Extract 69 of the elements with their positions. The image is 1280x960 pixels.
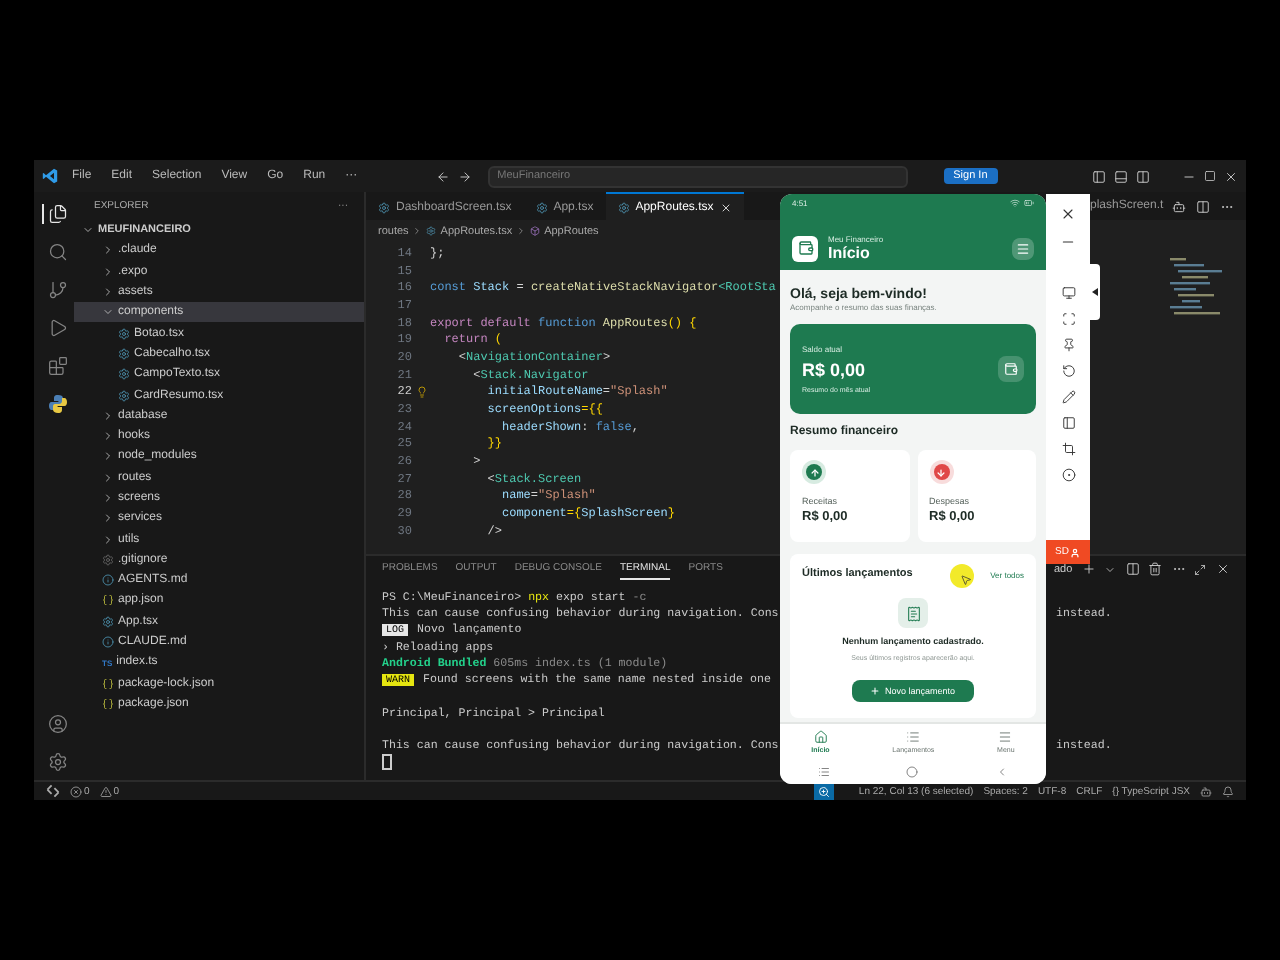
gear-icon <box>102 615 114 628</box>
assistant-icon <box>1200 785 1212 797</box>
symbol-icon <box>530 226 541 236</box>
close-icon <box>719 201 732 213</box>
expand-icon <box>1061 312 1075 326</box>
chevron-icon <box>412 226 423 236</box>
wifi-icon <box>1010 198 1020 208</box>
info-icon <box>102 636 114 649</box>
error-icon <box>70 785 82 797</box>
plus-icon <box>1081 562 1096 576</box>
screen-title: Início <box>828 244 872 262</box>
chevron-icon <box>516 226 527 236</box>
warning-icon <box>99 785 112 797</box>
collapse-handle[interactable] <box>1090 264 1100 320</box>
gear-icon <box>426 226 437 236</box>
maximize-icon <box>1204 170 1216 182</box>
terminal-cursor <box>382 754 392 771</box>
record-icon <box>1061 468 1075 482</box>
receipt-icon <box>898 598 928 628</box>
wallet-icon <box>998 356 1024 382</box>
screen-icon <box>1061 286 1075 300</box>
list-icon <box>906 730 921 744</box>
gear-icon <box>102 553 114 566</box>
gear-icon <box>118 368 130 381</box>
recents-icon <box>818 766 831 778</box>
gear-icon <box>118 389 130 402</box>
explorer-icon[interactable] <box>41 204 67 224</box>
gear-icon <box>378 201 390 213</box>
chevron-icon <box>1104 563 1117 575</box>
panel-toggle-icon <box>1114 169 1128 183</box>
house-icon <box>813 730 828 744</box>
layout-icon <box>1136 169 1150 183</box>
sidebar-toggle-icon <box>1092 169 1106 183</box>
person-icon <box>1070 547 1081 557</box>
battery-icon <box>1024 198 1034 208</box>
wallet-icon <box>792 235 818 261</box>
app-logo-icon <box>42 168 58 184</box>
forward-icon <box>457 169 472 183</box>
gear-icon <box>118 327 130 340</box>
remote-icon[interactable] <box>46 784 60 798</box>
pencil-icon <box>1061 390 1075 404</box>
balance-value: R$ 0,00 <box>802 360 868 380</box>
braces-icon <box>102 697 114 710</box>
back-icon <box>435 169 450 183</box>
hamburger-icon <box>998 730 1013 744</box>
trash-icon <box>1148 562 1163 576</box>
pin-icon <box>1061 338 1075 352</box>
panel-icon <box>1061 416 1075 430</box>
close-icon <box>1224 169 1238 183</box>
gear-icon <box>617 201 630 213</box>
hamburger-icon <box>1016 241 1030 255</box>
split-icon <box>1125 562 1140 576</box>
back-icon <box>995 766 1008 778</box>
assistant-icon <box>1172 199 1187 213</box>
braces-icon <box>102 594 114 607</box>
close-icon <box>1215 562 1230 576</box>
circle-icon <box>906 766 919 778</box>
info-icon <box>102 574 114 587</box>
rotate-icon <box>1061 364 1075 378</box>
bell-icon <box>1222 785 1234 797</box>
braces-icon <box>102 677 114 690</box>
gear-icon <box>535 201 548 213</box>
close-icon <box>1060 206 1076 222</box>
cursor-icon <box>960 574 972 586</box>
split-editor-icon <box>1196 199 1211 213</box>
hamburger-button[interactable] <box>1012 237 1034 259</box>
crop-icon <box>1061 442 1075 456</box>
gear-icon <box>118 347 130 360</box>
plus-icon <box>870 686 881 696</box>
